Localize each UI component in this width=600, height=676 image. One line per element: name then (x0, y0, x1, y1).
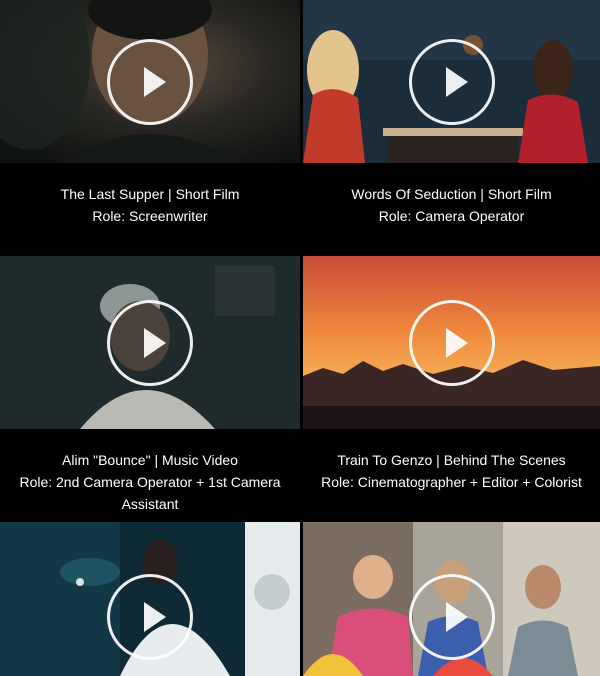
video-caption: Train To Genzo | Behind The Scenes Role:… (303, 449, 600, 493)
play-icon (445, 602, 468, 633)
play-icon (144, 327, 166, 358)
play-button[interactable] (408, 299, 495, 386)
play-icon (445, 66, 468, 97)
play-button[interactable] (107, 38, 193, 125)
video-card: Words Of Seduction | Short Film Role: Ca… (303, 0, 600, 256)
video-card (0, 522, 300, 676)
video-title[interactable]: Words Of Seduction | Short Film (303, 183, 600, 205)
play-icon (445, 327, 468, 358)
play-icon (144, 602, 166, 633)
video-title[interactable]: Train To Genzo | Behind The Scenes (303, 449, 600, 471)
play-icon (144, 66, 166, 97)
video-thumbnail[interactable] (303, 256, 600, 429)
video-thumbnail[interactable] (303, 522, 600, 676)
play-button[interactable] (408, 38, 495, 125)
video-thumbnail[interactable] (0, 0, 300, 163)
video-thumbnail[interactable] (0, 256, 300, 429)
video-role: Role: 2nd Camera Operator + 1st Camera A… (19, 474, 281, 512)
video-caption: Alim "Bounce" | Music Video Role: 2nd Ca… (0, 449, 300, 515)
video-portfolio-grid: The Last Supper | Short Film Role: Scree… (0, 0, 600, 676)
video-role: Role: Cinematographer + Editor + Coloris… (321, 474, 582, 490)
video-card: Alim "Bounce" | Music Video Role: 2nd Ca… (0, 256, 300, 522)
video-thumbnail[interactable] (0, 522, 300, 676)
video-role: Role: Camera Operator (378, 208, 525, 224)
video-caption: Words Of Seduction | Short Film Role: Ca… (303, 183, 600, 227)
video-card: The Last Supper | Short Film Role: Scree… (0, 0, 300, 256)
video-thumbnail[interactable] (303, 0, 600, 163)
video-caption: The Last Supper | Short Film Role: Scree… (0, 183, 300, 227)
video-title[interactable]: Alim "Bounce" | Music Video (0, 449, 300, 471)
video-card: Train To Genzo | Behind The Scenes Role:… (303, 256, 600, 522)
video-card (303, 522, 600, 676)
play-button[interactable] (107, 299, 193, 386)
video-role: Role: Screenwriter (92, 208, 208, 224)
play-button[interactable] (107, 574, 193, 661)
video-title[interactable]: The Last Supper | Short Film (0, 183, 300, 205)
play-button[interactable] (408, 574, 495, 661)
